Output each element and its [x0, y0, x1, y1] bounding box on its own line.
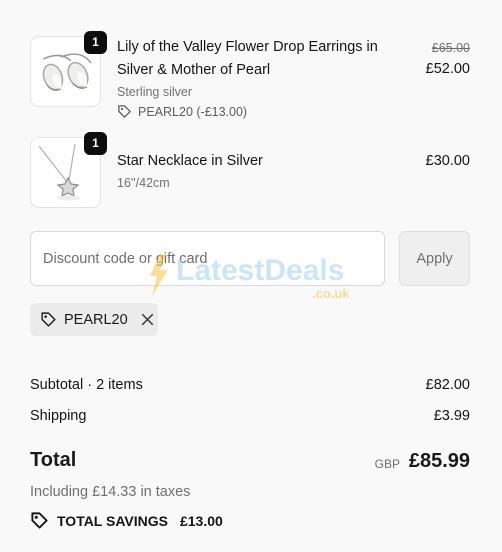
total-value: £85.99 — [408, 450, 470, 472]
product-thumbnail: 1 — [30, 31, 107, 107]
product-title: Star Necklace in Silver — [117, 153, 263, 169]
product-variant: Sterling silver — [117, 85, 193, 99]
tag-icon — [31, 512, 48, 529]
savings-value: £13.00 — [179, 512, 223, 529]
product-title: Lily of the Valley Flower Drop Earrings … — [117, 39, 378, 78]
taxes-note: Including £14.33 in taxes — [30, 484, 191, 500]
product-variant: 16''/42cm — [117, 176, 170, 190]
shipping-label: Shipping — [30, 408, 87, 424]
shipping-value: £3.99 — [433, 408, 470, 424]
total-label: Total — [30, 449, 77, 471]
watermark-suffix: .co.uk — [312, 286, 350, 301]
apply-discount-button[interactable]: Apply — [399, 231, 470, 286]
tag-icon — [118, 105, 131, 118]
subtotal-value: £82.00 — [425, 377, 470, 393]
quantity-badge: 1 — [84, 31, 107, 54]
tag-icon — [41, 312, 56, 327]
product-thumbnail: 1 — [30, 132, 107, 208]
total-savings: TOTAL SAVINGS £13.00 — [30, 511, 223, 530]
currency-code: GBP — [374, 457, 400, 471]
item-discount: PEARL20 (-£13.00) — [117, 104, 247, 119]
item-price: £30.00 — [425, 153, 470, 169]
applied-discount-chip: PEARL20 — [30, 303, 158, 336]
item-discount-label: PEARL20 (-£13.00) — [138, 104, 248, 119]
close-icon — [141, 313, 153, 326]
quantity-badge: 1 — [84, 132, 107, 155]
remove-discount-button[interactable] — [141, 313, 154, 326]
item-price: £52.00 — [425, 61, 470, 77]
applied-discount-code: PEARL20 — [64, 311, 128, 328]
subtotal-label: Subtotal · 2 items — [30, 377, 143, 393]
discount-code-input[interactable] — [30, 231, 385, 286]
savings-label: TOTAL SAVINGS — [57, 512, 168, 529]
original-price: £65.00 — [431, 41, 470, 55]
